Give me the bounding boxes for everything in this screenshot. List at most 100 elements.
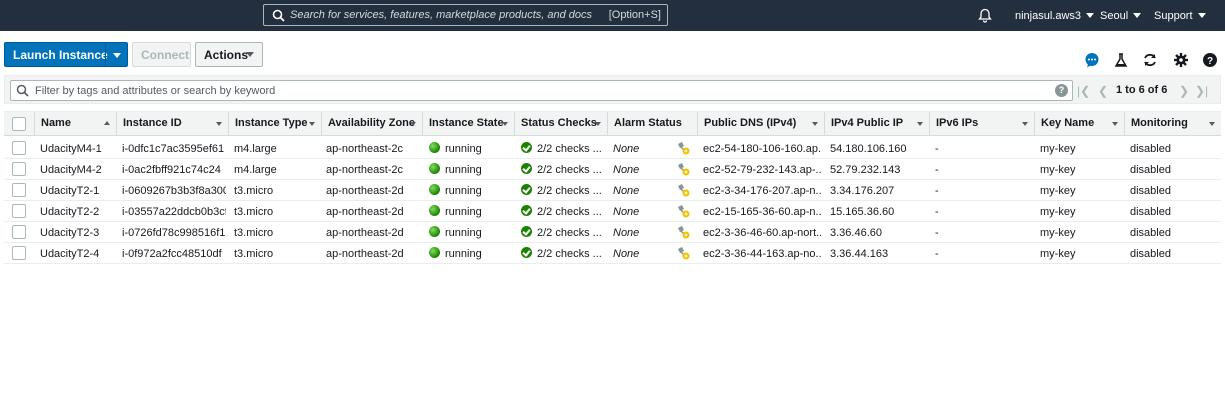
create-alarm-icon[interactable] bbox=[676, 162, 690, 176]
select-all-cell bbox=[4, 112, 34, 136]
launch-dropdown-icon[interactable] bbox=[113, 53, 121, 58]
column-header-alarm-status[interactable]: Alarm Status bbox=[607, 112, 697, 136]
monitoring: disabled bbox=[1130, 248, 1171, 260]
support-label: Support bbox=[1154, 10, 1193, 22]
row-checkbox[interactable] bbox=[12, 162, 26, 176]
prev-page-icon[interactable]: ❮ bbox=[1098, 84, 1108, 98]
public-dns: ec2-3-36-46-60.ap-nort... bbox=[703, 227, 821, 239]
sort-icon bbox=[595, 122, 601, 126]
row-checkbox[interactable] bbox=[12, 225, 26, 239]
region-menu[interactable]: Seoul bbox=[1100, 10, 1142, 22]
table-row[interactable]: UdacityT2-3 i-0726fd78c998516f1 t3.micro ap… bbox=[4, 222, 1221, 243]
availability-zone: ap-northeast-2d bbox=[326, 227, 404, 239]
column-header-key-name[interactable]: Key Name bbox=[1034, 112, 1124, 136]
actions-label: Actions bbox=[204, 48, 249, 62]
column-header-name[interactable]: Name bbox=[34, 112, 116, 136]
sort-icon bbox=[1209, 122, 1215, 126]
status-checks[interactable]: 2/2 checks ... bbox=[537, 227, 605, 239]
status-checks[interactable]: 2/2 checks ... bbox=[537, 185, 605, 197]
availability-zone: ap-northeast-2c bbox=[326, 143, 404, 155]
alarm-status: None bbox=[613, 164, 640, 176]
table-row[interactable]: UdacityM4-2 i-0ac2fbff921c74c24 m4.large ap… bbox=[4, 159, 1221, 180]
table-row[interactable]: UdacityT2-2 i-03557a22ddcb0b3cf t3.micro ap… bbox=[4, 201, 1221, 222]
gear-icon[interactable] bbox=[1173, 52, 1189, 68]
ipv4-public-ip: 15.165.36.60 bbox=[830, 206, 895, 218]
table-row[interactable]: UdacityT2-1 i-0609267b3b3f8a300 t3.micro ap… bbox=[4, 180, 1221, 201]
select-all-checkbox[interactable] bbox=[12, 117, 26, 131]
instances-table-header: Name Instance ID Instance Type Availabil… bbox=[4, 111, 1221, 136]
column-header-ipv6-ips[interactable]: IPv6 IPs bbox=[929, 112, 1034, 136]
last-page-icon[interactable]: ❯| bbox=[1195, 84, 1208, 98]
connect-button[interactable]: Connect bbox=[132, 42, 191, 67]
create-alarm-icon[interactable] bbox=[676, 183, 690, 197]
chevron-down-icon bbox=[1197, 13, 1206, 18]
column-header-instance-id[interactable]: Instance ID bbox=[116, 112, 228, 136]
create-alarm-icon[interactable] bbox=[676, 204, 690, 218]
help-icon[interactable]: ? bbox=[1202, 52, 1218, 68]
chat-icon[interactable] bbox=[1084, 52, 1100, 68]
key-name: my-key bbox=[1040, 206, 1076, 218]
filter-help-icon[interactable]: ? bbox=[1055, 84, 1068, 97]
table-row[interactable]: UdacityM4-1 i-0dfc1c7ac3595ef61 m4.large ap… bbox=[4, 138, 1221, 159]
alarm-status: None bbox=[613, 248, 640, 260]
ipv4-public-ip: 3.36.46.60 bbox=[830, 227, 882, 239]
row-checkbox[interactable] bbox=[12, 183, 26, 197]
column-header-instance-state[interactable]: Instance State bbox=[422, 112, 514, 136]
account-name: ninjasul.aws3 bbox=[1015, 10, 1082, 22]
public-dns: ec2-3-34-176-207.ap-n... bbox=[703, 185, 821, 197]
instance-state: running bbox=[445, 143, 482, 155]
svg-text:?: ? bbox=[1207, 56, 1213, 67]
instance-type: t3.micro bbox=[234, 227, 274, 239]
ipv6-ips: - bbox=[935, 143, 939, 155]
monitoring: disabled bbox=[1130, 185, 1171, 197]
column-header-ipv4-public-ip[interactable]: IPv4 Public IP bbox=[824, 112, 929, 136]
chevron-down-icon bbox=[246, 52, 254, 57]
next-page-icon[interactable]: ❯ bbox=[1179, 84, 1189, 98]
column-header-status-checks[interactable]: Status Checks bbox=[514, 112, 607, 136]
filter-placeholder: Filter by tags and attributes or search … bbox=[35, 85, 276, 97]
column-header-monitoring[interactable]: Monitoring bbox=[1124, 112, 1221, 136]
ipv6-ips: - bbox=[935, 164, 939, 176]
chevron-down-icon bbox=[1133, 13, 1142, 18]
public-dns: ec2-15-165-36-60.ap-n... bbox=[703, 206, 821, 218]
ipv6-ips: - bbox=[935, 248, 939, 260]
public-dns: ec2-52-79-232-143.ap-... bbox=[703, 164, 821, 176]
monitoring: disabled bbox=[1130, 227, 1171, 239]
instance-id: i-0609267b3b3f8a300 bbox=[122, 185, 226, 197]
status-checks[interactable]: 2/2 checks ... bbox=[537, 164, 605, 176]
service-search-input[interactable]: Search for services, features, marketpla… bbox=[263, 4, 668, 26]
instance-name: UdacityM4-1 bbox=[40, 143, 102, 155]
launch-instance-button[interactable]: Launch Instance bbox=[4, 42, 128, 67]
column-header-availability-zone[interactable]: Availability Zone bbox=[321, 112, 422, 136]
bell-icon[interactable] bbox=[978, 8, 992, 23]
refresh-icon[interactable] bbox=[1142, 52, 1158, 68]
instance-id: i-0726fd78c998516f1 bbox=[122, 227, 226, 239]
search-shortcut: [Option+S] bbox=[608, 9, 661, 21]
actions-button[interactable]: Actions bbox=[195, 42, 263, 67]
instance-type: m4.large bbox=[234, 143, 277, 155]
row-checkbox[interactable] bbox=[12, 246, 26, 260]
create-alarm-icon[interactable] bbox=[676, 225, 690, 239]
status-checks[interactable]: 2/2 checks ... bbox=[537, 206, 605, 218]
table-row[interactable]: UdacityT2-4 i-0f972a2fcc48510df t3.micro ap… bbox=[4, 243, 1221, 264]
account-menu[interactable]: ninjasul.aws3 bbox=[1015, 10, 1095, 22]
column-header-public-dns[interactable]: Public DNS (IPv4) bbox=[697, 112, 824, 136]
first-page-icon[interactable]: |❮ bbox=[1077, 84, 1090, 98]
status-checks[interactable]: 2/2 checks ... bbox=[537, 143, 605, 155]
pagination-label: 1 to 6 of 6 bbox=[1116, 84, 1168, 96]
status-checks[interactable]: 2/2 checks ... bbox=[537, 248, 605, 260]
flask-icon[interactable] bbox=[1113, 52, 1129, 68]
row-checkbox[interactable] bbox=[12, 204, 26, 218]
ipv4-public-ip: 3.36.44.163 bbox=[830, 248, 889, 260]
key-name: my-key bbox=[1040, 143, 1076, 155]
filter-input[interactable]: Filter by tags and attributes or search … bbox=[10, 80, 1073, 101]
create-alarm-icon[interactable] bbox=[676, 141, 690, 155]
chevron-down-icon bbox=[1086, 13, 1095, 18]
create-alarm-icon[interactable] bbox=[676, 246, 690, 260]
column-header-instance-type[interactable]: Instance Type bbox=[228, 112, 321, 136]
support-menu[interactable]: Support bbox=[1154, 10, 1206, 22]
instance-id: i-03557a22ddcb0b3cf bbox=[122, 206, 226, 218]
row-checkbox[interactable] bbox=[12, 141, 26, 155]
alarm-status: None bbox=[613, 185, 640, 197]
instance-name: UdacityM4-2 bbox=[40, 164, 102, 176]
